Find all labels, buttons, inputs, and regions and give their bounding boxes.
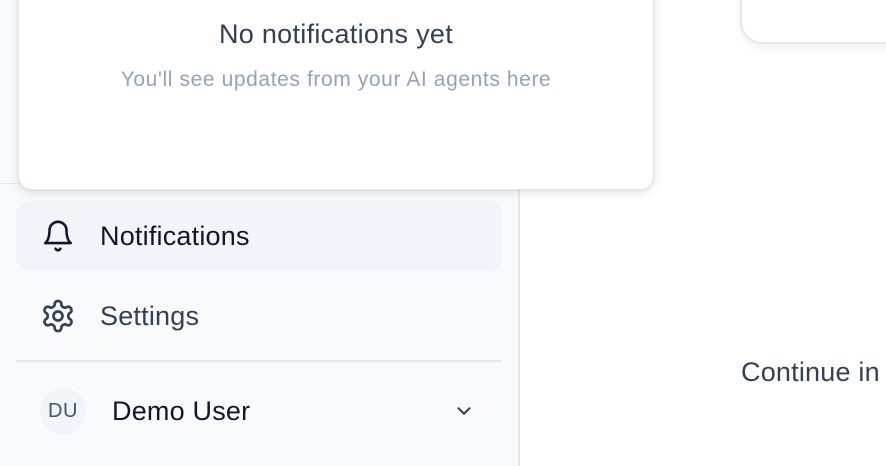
sidebar-item-notifications[interactable]: Notifications (16, 201, 502, 271)
notifications-popover: No notifications yet You'll see updates … (18, 0, 654, 190)
sidebar-item-label: Settings (100, 300, 200, 331)
content-card (740, 0, 886, 44)
sidebar-item-label: Notifications (100, 220, 250, 251)
gear-icon (40, 298, 76, 334)
sidebar-divider (16, 360, 502, 362)
continue-text[interactable]: Continue in (741, 357, 880, 388)
user-menu[interactable]: DU Demo User (16, 380, 502, 442)
bell-icon (40, 218, 76, 254)
notifications-empty-title: No notifications yet (218, 19, 454, 49)
notifications-empty-subtitle: You'll see updates from your AI agents h… (120, 68, 552, 91)
chevron-down-icon[interactable] (452, 399, 476, 423)
sidebar-item-settings[interactable]: Settings (16, 281, 502, 351)
app-window: Notifications Settings DU Demo User Cont (0, 0, 886, 466)
avatar: DU (40, 388, 86, 434)
user-name: Demo User (112, 395, 251, 426)
